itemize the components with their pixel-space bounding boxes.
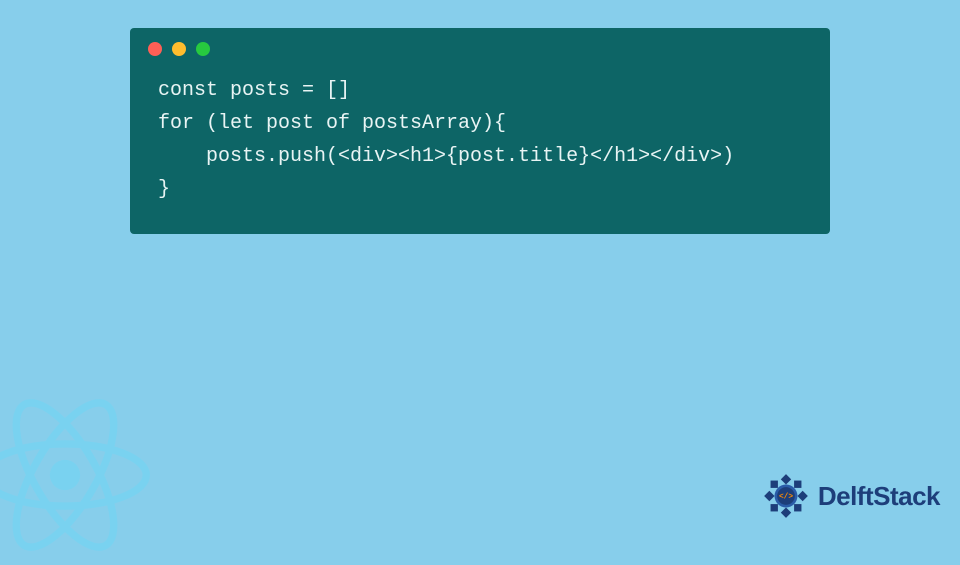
code-line: posts.push(<div><h1>{post.title}</h1></d… [158, 140, 802, 173]
minimize-icon[interactable] [172, 42, 186, 56]
window-title-bar [130, 28, 830, 64]
code-line: const posts = [] [158, 74, 802, 107]
delftstack-logo: </> DelftStack [760, 470, 940, 522]
code-line: for (let post of postsArray){ [158, 107, 802, 140]
delftstack-mark-icon: </> [760, 470, 812, 522]
maximize-icon[interactable] [196, 42, 210, 56]
code-line: } [158, 173, 802, 206]
react-icon [0, 390, 150, 560]
svg-text:</>: </> [779, 494, 793, 502]
code-block: const posts = []for (let post of postsAr… [130, 64, 830, 206]
delftstack-name: DelftStack [818, 481, 940, 512]
code-window: const posts = []for (let post of postsAr… [130, 28, 830, 234]
close-icon[interactable] [148, 42, 162, 56]
